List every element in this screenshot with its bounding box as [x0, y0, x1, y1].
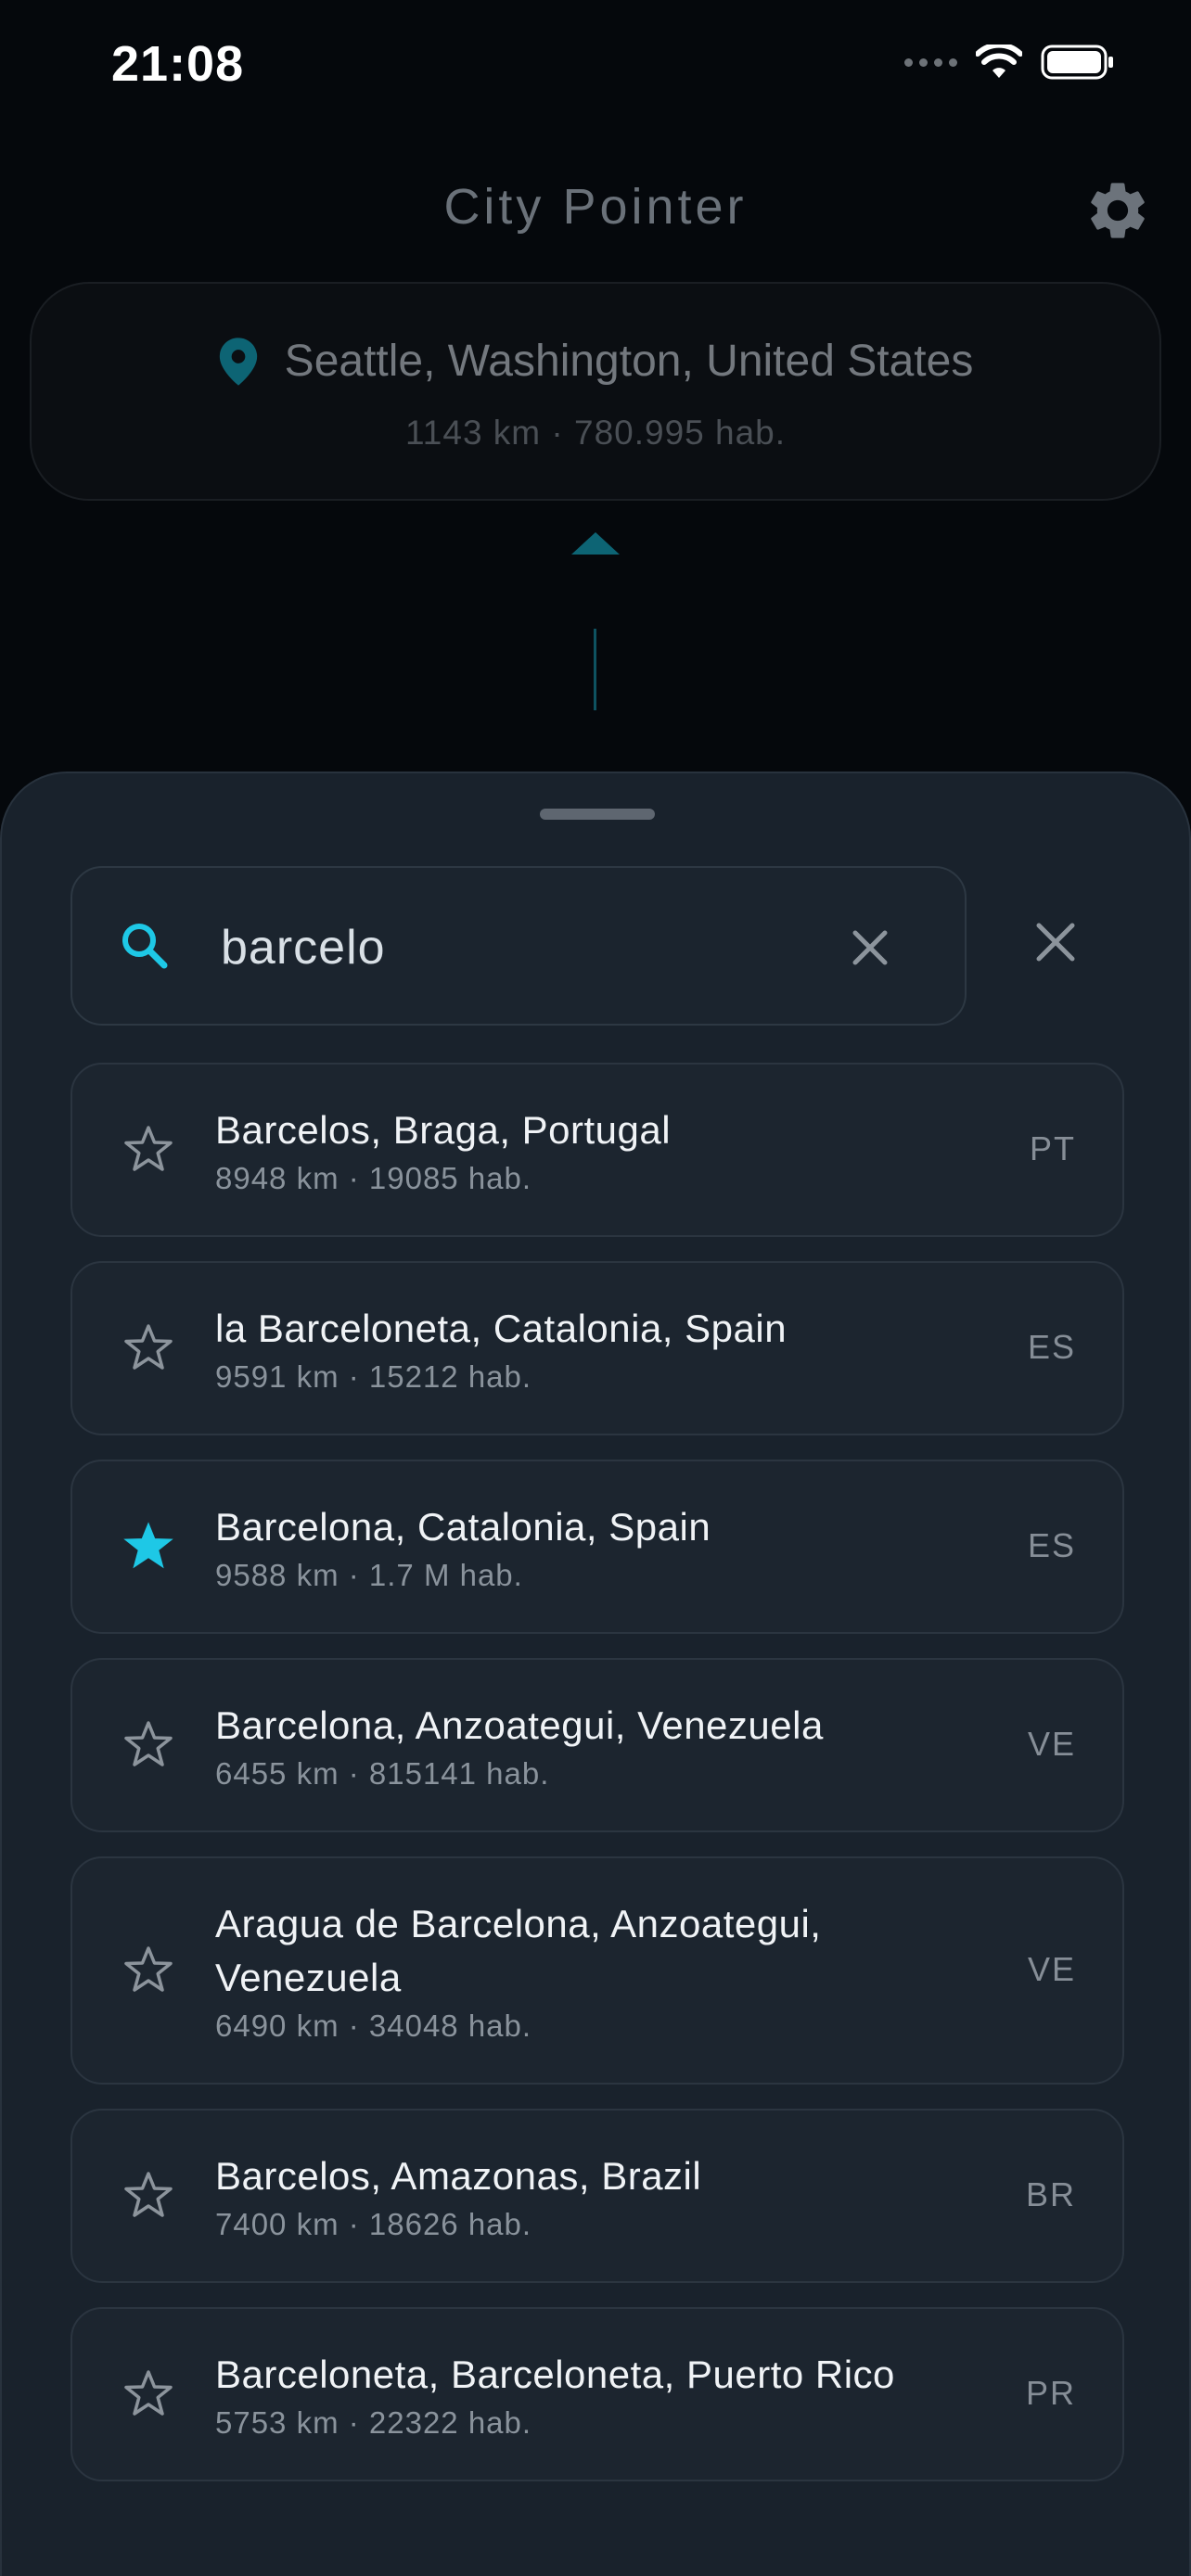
country-code: PR — [1025, 2374, 1076, 2412]
search-results-list: Barcelos, Braga, Portugal 8948 km · 1908… — [70, 1063, 1124, 2506]
app-title: City Pointer — [443, 179, 748, 235]
result-details: 6490 km · 34048 hab. — [215, 2009, 532, 2043]
result-details: 5753 km · 22322 hab. — [215, 2405, 532, 2440]
status-bar: 21:08 — [0, 0, 1191, 130]
result-details: 9588 km · 1.7 M hab. — [215, 1558, 523, 1592]
settings-button[interactable] — [1083, 176, 1152, 245]
search-sheet: Barcelos, Braga, Portugal 8948 km · 1908… — [0, 772, 1191, 2576]
current-location-details: 1143 km · 780.995 hab. — [404, 414, 787, 452]
gear-icon — [1091, 183, 1145, 238]
result-item[interactable]: la Barceloneta, Catalonia, Spain 9591 km… — [70, 1261, 1124, 1435]
favorite-star-icon[interactable] — [121, 2168, 176, 2224]
favorite-star-icon[interactable] — [121, 1320, 176, 1376]
favorite-star-icon[interactable] — [121, 1122, 176, 1178]
favorite-star-icon[interactable] — [121, 1519, 176, 1575]
result-details: 9591 km · 15212 hab. — [215, 1359, 532, 1394]
close-search-button[interactable] — [1030, 916, 1082, 968]
result-details: 7400 km · 18626 hab. — [215, 2207, 532, 2241]
result-name: Barcelona, Anzoategui, Venezuela — [215, 1703, 824, 1747]
clear-search-button[interactable] — [844, 922, 896, 974]
result-name: Barcelona, Catalonia, Spain — [215, 1505, 711, 1549]
favorite-star-icon[interactable] — [121, 2366, 176, 2422]
result-item[interactable]: Barcelona, Anzoategui, Venezuela 6455 km… — [70, 1658, 1124, 1832]
result-details: 8948 km · 19085 hab. — [215, 1161, 532, 1195]
favorite-star-icon[interactable] — [121, 1717, 176, 1773]
current-location-card: Seattle, Washington, United States 1143 … — [30, 282, 1161, 501]
direction-arrow-icon — [571, 532, 620, 555]
result-name: Barcelos, Amazonas, Brazil — [215, 2154, 702, 2198]
cellular-signal-icon — [904, 57, 957, 67]
country-code: BR — [1025, 2175, 1076, 2213]
result-details: 6455 km · 815141 hab. — [215, 1756, 550, 1791]
search-icon — [122, 924, 168, 969]
search-box — [70, 866, 967, 1026]
direction-pointer-line — [594, 629, 596, 710]
sheet-drag-handle[interactable] — [540, 809, 655, 820]
map-pin-icon — [219, 337, 257, 386]
result-item[interactable]: Barcelos, Amazonas, Brazil 7400 km · 186… — [70, 2109, 1124, 2283]
country-code: PT — [1029, 1129, 1076, 1167]
result-name: Barcelos, Braga, Portugal — [215, 1108, 672, 1152]
result-name: Aragua de Barcelona, Anzoategui, Venezue… — [215, 1902, 822, 1999]
status-time: 21:08 — [111, 36, 245, 92]
status-icons — [904, 45, 1115, 80]
result-item[interactable]: Barcelos, Braga, Portugal 8948 km · 1908… — [70, 1063, 1124, 1237]
result-item[interactable]: Aragua de Barcelona, Anzoategui, Venezue… — [70, 1856, 1124, 2085]
result-item[interactable]: Barcelona, Catalonia, Spain 9588 km · 1.… — [70, 1460, 1124, 1634]
result-name: la Barceloneta, Catalonia, Spain — [215, 1307, 788, 1350]
result-item[interactable]: Barceloneta, Barceloneta, Puerto Rico 57… — [70, 2307, 1124, 2481]
country-code: VE — [1027, 1950, 1076, 1988]
result-name: Barceloneta, Barceloneta, Puerto Rico — [215, 2353, 895, 2396]
wifi-icon — [976, 45, 1022, 78]
country-code: ES — [1027, 1526, 1076, 1564]
country-code: ES — [1027, 1328, 1076, 1366]
country-code: VE — [1027, 1725, 1076, 1763]
current-location-name: Seattle, Washington, United States — [284, 337, 974, 386]
battery-icon — [1041, 45, 1113, 80]
search-input[interactable] — [221, 901, 870, 994]
favorite-star-icon[interactable] — [121, 1943, 176, 1998]
